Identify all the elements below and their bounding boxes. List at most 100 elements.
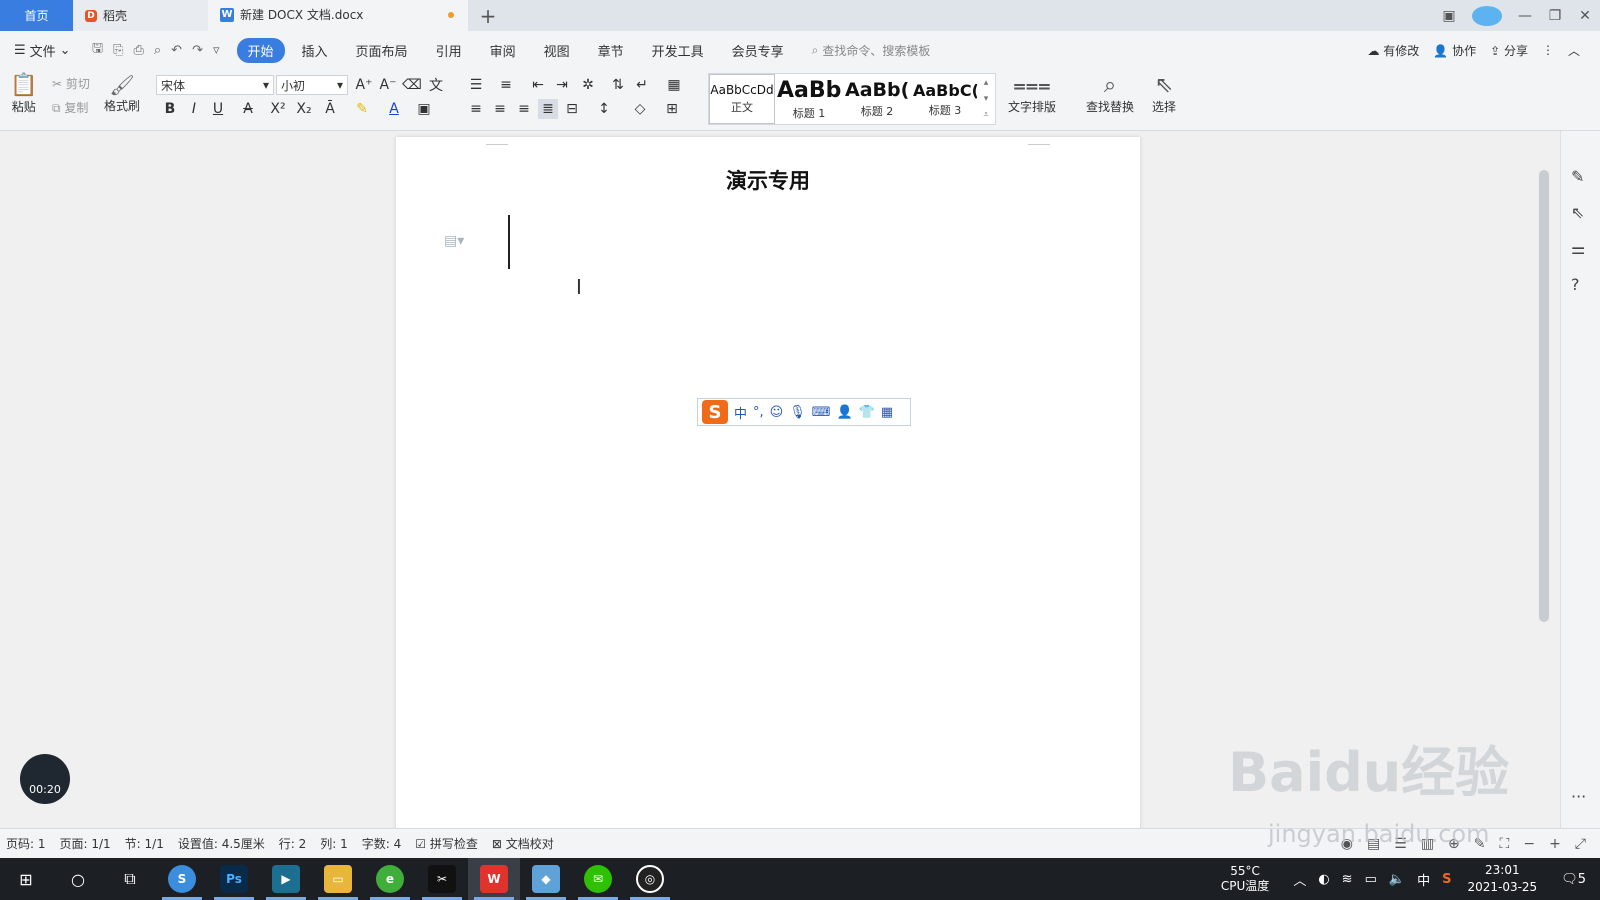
settings-sliders-icon[interactable]: ⚌	[1571, 239, 1585, 258]
print-icon[interactable]: ⎙	[133, 43, 143, 58]
collab-button[interactable]: 👤 协作	[1433, 42, 1476, 59]
toolbox-icon[interactable]: ▦	[881, 405, 893, 420]
font-name-select[interactable]: 宋体 ▾	[156, 75, 274, 95]
clear-format-icon[interactable]: ⌫	[402, 75, 422, 95]
tab-view[interactable]: 视图	[533, 38, 581, 63]
collapse-ribbon-icon[interactable]: ︿	[1568, 42, 1580, 59]
char-border-icon[interactable]: ▣	[414, 99, 434, 119]
zoom-in-icon[interactable]: +	[1549, 836, 1561, 852]
strikethrough-icon[interactable]: A	[238, 99, 258, 119]
system-clock[interactable]: 23:01 2021-03-25	[1467, 862, 1537, 896]
status-section[interactable]: 节: 1/1	[125, 835, 164, 852]
tab-chapter[interactable]: 章节	[587, 38, 635, 63]
document-workspace[interactable]: 演示专用 ▤▾ I S 中 °, ☺ 🎙 ⌨ 👤 👕 ▦	[0, 131, 1560, 828]
status-col[interactable]: 列: 1	[320, 835, 348, 852]
table-tool-icon[interactable]: ▦	[664, 75, 684, 95]
save-icon[interactable]: 🖫	[92, 39, 103, 61]
battery-icon[interactable]: ▭	[1365, 872, 1377, 887]
taskbar-wechat[interactable]: ✉	[572, 858, 624, 900]
fullscreen-icon[interactable]: ⤢	[1575, 836, 1586, 852]
subscript-icon[interactable]: X₂	[294, 99, 314, 119]
highlight-icon[interactable]: ✎	[352, 99, 372, 119]
status-row[interactable]: 行: 2	[279, 835, 307, 852]
select-pointer-icon[interactable]: ⇖	[1571, 203, 1584, 222]
show-marks-icon[interactable]: ↵	[632, 75, 652, 95]
tab-developer[interactable]: 开发工具	[641, 38, 715, 63]
taskbar-app-blue[interactable]: ◆	[520, 858, 572, 900]
borders-icon[interactable]: ⊞	[662, 99, 682, 119]
volume-icon[interactable]: 🔈	[1389, 872, 1405, 887]
fit-page-icon[interactable]: ⛶	[1500, 836, 1510, 852]
new-tab-button[interactable]: +	[468, 0, 508, 31]
increase-indent-icon[interactable]: ⇥	[552, 75, 572, 95]
help-icon[interactable]: ?	[1571, 275, 1580, 294]
doc-proof-button[interactable]: ⊠ 文档校对	[492, 835, 554, 852]
status-position[interactable]: 设置值: 4.5厘米	[178, 835, 265, 852]
line-spacing-icon[interactable]: ↕	[594, 99, 614, 119]
taskbar-capcut[interactable]: ✂	[416, 858, 468, 900]
restore-icon[interactable]: ❐	[1540, 8, 1570, 24]
more-dots-icon[interactable]: ···	[1571, 787, 1586, 806]
taskbar-wps[interactable]: W	[468, 858, 520, 900]
style-heading-3[interactable]: AaBbC( 标题 3	[911, 74, 979, 124]
tab-review[interactable]: 审阅	[479, 38, 527, 63]
copy-button[interactable]: ⧉ 复制	[52, 99, 88, 116]
start-button[interactable]: ⊞	[0, 858, 52, 900]
shading-icon[interactable]: ◇	[630, 99, 650, 119]
font-size-select[interactable]: 小初 ▾	[276, 75, 348, 95]
style-normal[interactable]: AaBbCcDd 正文	[709, 74, 775, 124]
sogou-logo-icon[interactable]: S	[702, 400, 728, 424]
align-left-icon[interactable]: ≡	[466, 99, 486, 119]
taskbar-music[interactable]: ◎	[624, 858, 676, 900]
numbered-list-icon[interactable]: ≡	[496, 75, 516, 95]
justify-icon[interactable]: ≣	[538, 99, 558, 119]
taskbar-360[interactable]: e	[364, 858, 416, 900]
tab-daoke[interactable]: D 稻壳	[73, 0, 208, 31]
taskbar-recorder[interactable]: ▶	[260, 858, 312, 900]
status-word-count[interactable]: 字数: 4	[362, 835, 402, 852]
tab-member[interactable]: 会员专享	[721, 38, 795, 63]
underline-icon[interactable]: U	[208, 99, 228, 119]
document-title[interactable]: 演示专用	[396, 165, 1140, 195]
document-page[interactable]: 演示专用 ▤▾ I	[396, 137, 1140, 828]
bold-icon[interactable]: B	[160, 99, 180, 119]
edit-pen-icon[interactable]: ✎	[1571, 167, 1584, 186]
tab-references[interactable]: 引用	[425, 38, 473, 63]
tab-start[interactable]: 开始	[236, 37, 285, 63]
undo-icon[interactable]: ↶	[171, 43, 182, 58]
recording-timer[interactable]: 00:20	[20, 754, 70, 804]
styles-scroll[interactable]: ▴ ▾ ⩡	[979, 74, 993, 124]
avatar[interactable]	[1472, 5, 1502, 26]
customize-icon[interactable]: ▿	[213, 43, 220, 58]
taskbar-explorer[interactable]: ▭	[312, 858, 364, 900]
select-button[interactable]: ⇖ 选择	[1152, 73, 1176, 115]
close-icon[interactable]: ✕	[1570, 8, 1600, 24]
spell-check-button[interactable]: ☑ 拼写检查	[415, 835, 478, 852]
shrink-font-icon[interactable]: A⁻	[378, 75, 398, 95]
notification-button[interactable]: 🗨5	[1561, 872, 1586, 887]
chinese-layout-icon[interactable]: ✲	[578, 75, 598, 95]
style-heading-1[interactable]: AaBb 标题 1	[775, 74, 843, 124]
text-effect-icon[interactable]: Ā	[320, 99, 340, 119]
format-painter-button[interactable]: 🖌 格式刷	[104, 73, 140, 114]
tab-document[interactable]: W 新建 DOCX 文档.docx	[208, 0, 468, 31]
style-heading-2[interactable]: AaBb( 标题 2	[843, 74, 911, 124]
keyboard-icon[interactable]: ⌨	[812, 405, 831, 420]
task-view-button[interactable]: ⧉	[104, 858, 156, 900]
cpu-temp[interactable]: 55°C CPU温度	[1221, 864, 1269, 894]
cortana-button[interactable]: ○	[52, 858, 104, 900]
tab-page-layout[interactable]: 页面布局	[345, 38, 419, 63]
ime-mode[interactable]: 中	[734, 403, 747, 422]
font-color-icon[interactable]: A	[384, 99, 404, 119]
status-page-num[interactable]: 页码: 1	[6, 835, 46, 852]
tray-app-icon[interactable]: ◐	[1318, 872, 1329, 887]
taskbar-photoshop[interactable]: Ps	[208, 858, 260, 900]
paragraph-handle-icon[interactable]: ▤▾	[444, 233, 464, 249]
paste-button[interactable]: 📋 粘贴	[10, 73, 37, 115]
bullet-list-icon[interactable]: ☰	[466, 75, 486, 95]
ime-toolbar[interactable]: S 中 °, ☺ 🎙 ⌨ 👤 👕 ▦	[697, 398, 911, 426]
distribute-icon[interactable]: ⊟	[562, 99, 582, 119]
tray-ime[interactable]: 中	[1417, 870, 1430, 889]
microphone-icon[interactable]: 🎙	[789, 405, 806, 420]
minimize-icon[interactable]: —	[1510, 8, 1540, 24]
